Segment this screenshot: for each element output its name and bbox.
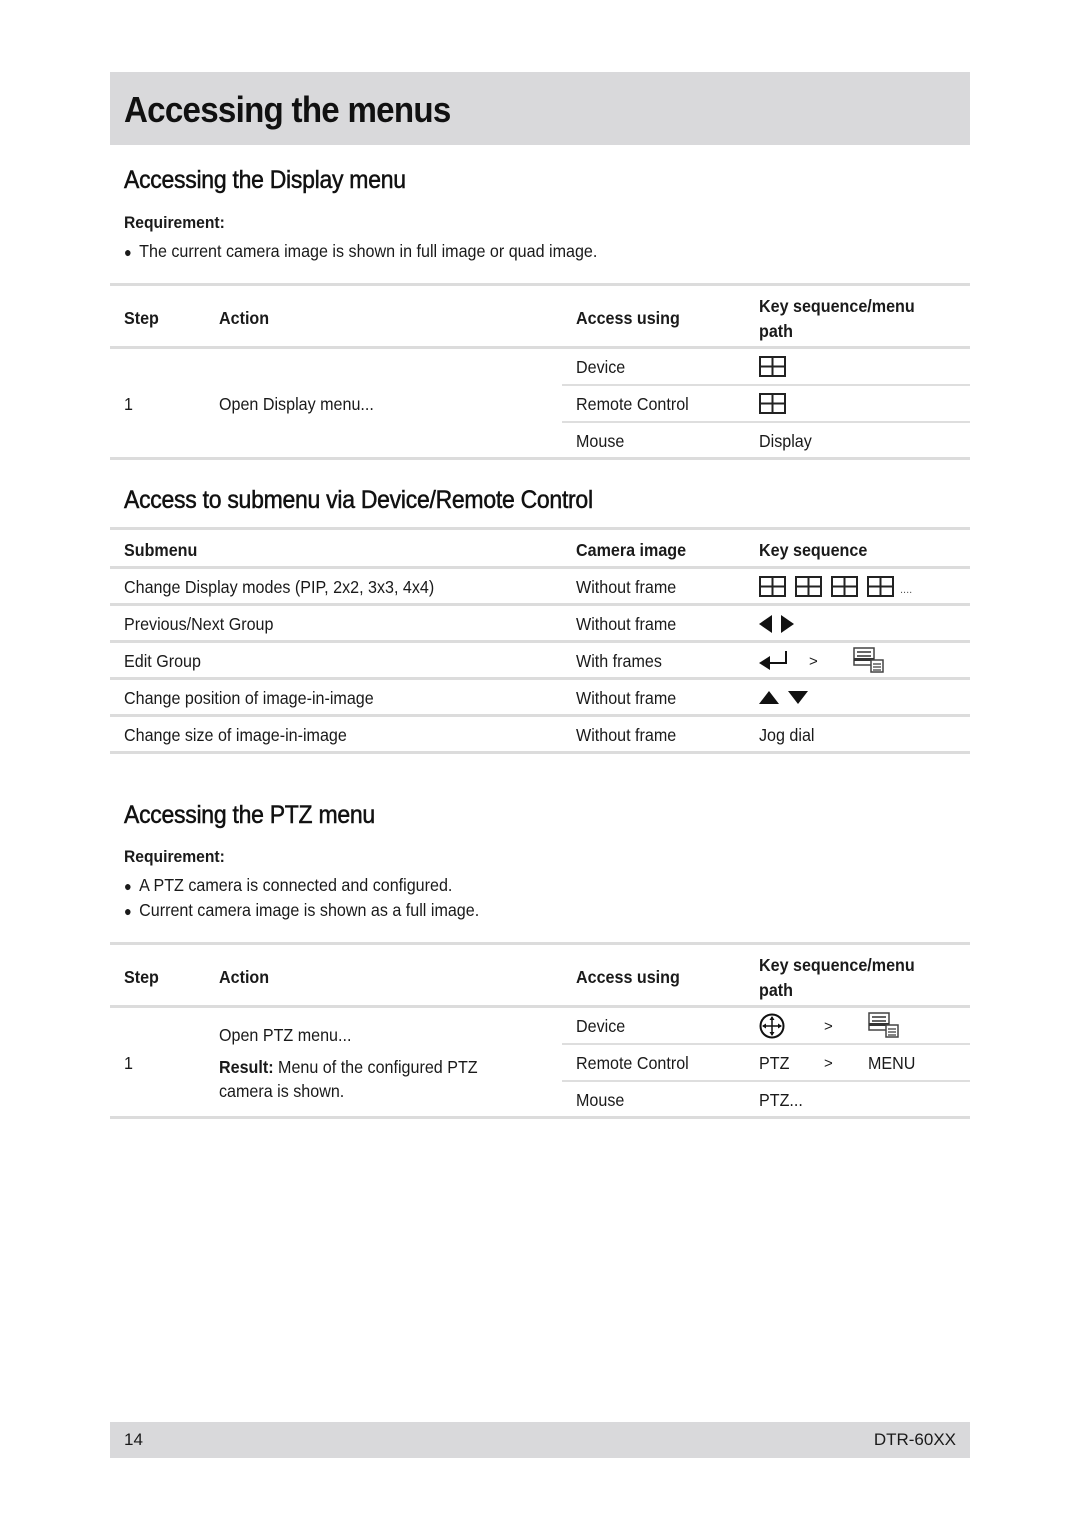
ptz-requirement-item: ● Current camera image is shown as a full… — [124, 900, 480, 920]
bullet-icon: ● — [124, 244, 132, 260]
header-key-sequence: Key sequence/menu — [759, 955, 915, 975]
row-divider — [110, 714, 970, 717]
arrow-right-icon — [781, 615, 794, 633]
table-border — [110, 283, 970, 286]
key-ptz-text: PTZ — [759, 1053, 790, 1073]
page-title: Accessing the menus — [124, 89, 451, 130]
ptz-requirement-label: Requirement: — [124, 847, 225, 866]
camera-image-value: With frames — [576, 651, 662, 671]
header-access-using: Access using — [576, 308, 680, 328]
submenu-name: Edit Group — [124, 651, 201, 671]
submenu-section-heading: Access to submenu via Device/Remote Cont… — [124, 486, 594, 515]
table-border — [110, 457, 970, 460]
access-device: Device — [576, 1016, 626, 1036]
camera-image-value: Without frame — [576, 577, 677, 597]
table-border — [110, 527, 970, 530]
header-action: Action — [219, 308, 270, 328]
access-remote: Remote Control — [576, 1053, 689, 1073]
camera-image-value: Without frame — [576, 614, 677, 634]
row-divider — [110, 603, 970, 606]
row-divider — [110, 677, 970, 680]
menu-icon — [868, 1012, 899, 1038]
header-action: Action — [219, 967, 270, 987]
display-requirement-item: ● The current camera image is shown in fu… — [124, 241, 598, 261]
table-border — [110, 942, 970, 945]
action-text: Open Display menu... — [219, 394, 374, 414]
key-display-text: Display — [759, 431, 812, 451]
arrow-left-icon — [759, 615, 772, 633]
ellipsis-text: .... — [900, 584, 913, 596]
table-divider — [110, 566, 970, 569]
arrow-up-icon — [759, 691, 779, 704]
row-divider — [562, 1080, 970, 1082]
table-divider — [110, 346, 970, 349]
header-camera-image: Camera image — [576, 540, 687, 560]
access-mouse: Mouse — [576, 431, 625, 451]
display-section-heading: Accessing the Display menu — [124, 166, 406, 195]
sequence-separator: > — [809, 653, 818, 670]
key-jog-dial-text: Jog dial — [759, 725, 815, 745]
display-requirement-label: Requirement: — [124, 213, 225, 232]
quad-view-icon — [759, 576, 786, 597]
result-text-cont: camera is shown. — [219, 1081, 345, 1101]
header-key-sequence: Key sequence — [759, 540, 868, 560]
sequence-separator: > — [824, 1055, 833, 1072]
ptz-requirement-item: ● A PTZ camera is connected and configure… — [124, 875, 453, 895]
quad-view-icon — [759, 356, 786, 377]
access-remote: Remote Control — [576, 394, 689, 414]
result-label: Result: — [219, 1057, 274, 1077]
header-access-using: Access using — [576, 967, 680, 987]
header-key-sequence-path: path — [759, 980, 793, 1000]
enter-icon — [759, 651, 787, 670]
bullet-icon: ● — [124, 878, 132, 894]
table-divider — [110, 1005, 970, 1008]
table-border — [110, 751, 970, 754]
camera-image-value: Without frame — [576, 688, 677, 708]
header-submenu: Submenu — [124, 540, 198, 560]
model-name: DTR-60XX — [873, 1430, 956, 1449]
quad-view-icon — [831, 576, 858, 597]
camera-image-value: Without frame — [576, 725, 677, 745]
header-step: Step — [124, 967, 159, 987]
quad-view-icon — [759, 393, 786, 414]
ptz-section-heading: Accessing the PTZ menu — [124, 801, 376, 830]
submenu-name: Change size of image-in-image — [124, 725, 347, 745]
quad-view-icon — [795, 576, 822, 597]
quad-view-icon — [867, 576, 894, 597]
key-menu-text: MENU — [868, 1053, 916, 1073]
menu-icon — [853, 647, 884, 673]
header-key-sequence-path: path — [759, 321, 793, 341]
arrow-down-icon — [788, 691, 808, 704]
submenu-name: Change position of image-in-image — [124, 688, 374, 708]
row-divider — [562, 1043, 970, 1045]
header-key-sequence: Key sequence/menu — [759, 296, 915, 316]
step-number: 1 — [124, 394, 133, 414]
access-mouse: Mouse — [576, 1090, 625, 1110]
page-footer: 14 DTR-60XX — [110, 1422, 970, 1458]
submenu-name: Previous/Next Group — [124, 614, 274, 634]
sequence-separator: > — [824, 1018, 833, 1035]
key-ptz-mouse-text: PTZ... — [759, 1090, 803, 1110]
step-number: 1 — [124, 1053, 133, 1073]
bullet-icon: ● — [124, 903, 132, 919]
header-step: Step — [124, 308, 159, 328]
table-border — [110, 1116, 970, 1119]
submenu-name: Change Display modes (PIP, 2x2, 3x3, 4x4… — [124, 577, 435, 597]
page-title-band: Accessing the menus — [110, 72, 970, 145]
page-number: 14 — [124, 1430, 143, 1449]
action-text: Open PTZ menu... — [219, 1025, 352, 1045]
ptz-joystick-icon — [759, 1013, 785, 1039]
row-divider — [110, 640, 970, 643]
row-divider — [562, 421, 970, 423]
result-text: Result: Menu of the configured PTZ — [219, 1057, 478, 1077]
access-device: Device — [576, 357, 626, 377]
row-divider — [562, 384, 970, 386]
